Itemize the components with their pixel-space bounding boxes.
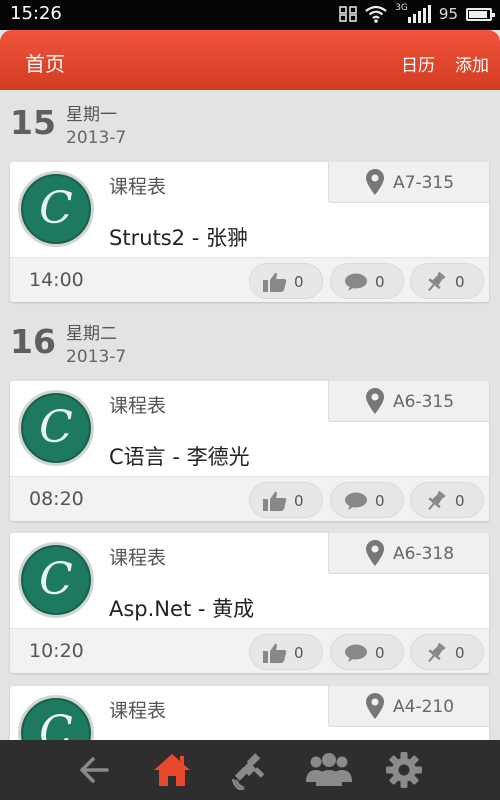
course-card[interactable]: C 课程表 A7-315 Struts2 - 张翀 14:00 0 0 0: [10, 162, 489, 302]
card-footer: 08:20 0 0 0: [10, 476, 489, 521]
wifi-icon: [365, 5, 387, 23]
course-avatar: C: [18, 171, 94, 247]
location-label: A6-318: [393, 544, 455, 564]
schedule-list[interactable]: 15 星期一 2013-7 C 课程表 A7-315 Struts2 - 张翀 …: [0, 90, 500, 740]
location-pin-icon: [366, 169, 384, 195]
location-pin-icon: [366, 388, 384, 414]
location-button[interactable]: A6-318: [328, 533, 489, 574]
nav-satellite[interactable]: [230, 750, 270, 793]
gear-icon: [386, 752, 422, 788]
location-button[interactable]: A6-315: [328, 381, 489, 422]
card-time: 10:20: [29, 640, 84, 662]
card-category: 课程表: [109, 176, 167, 198]
pin-count: 0: [455, 644, 465, 662]
date-weekday: 星期二: [66, 324, 117, 344]
pin-icon: [428, 272, 446, 292]
comment-icon: [345, 492, 367, 510]
comment-count: 0: [375, 273, 385, 291]
like-count: 0: [294, 644, 304, 662]
card-title: Asp.Net - 黄成: [109, 597, 255, 621]
date-day: 16: [10, 322, 56, 361]
card-category: 课程表: [109, 395, 167, 417]
like-count: 0: [294, 492, 304, 510]
comment-count: 0: [375, 492, 385, 510]
screenshot-icon: [339, 6, 358, 22]
group-icon: [306, 753, 352, 786]
course-card[interactable]: C 课程表 A6-318 Asp.Net - 黄成 10:20 0 0 0: [10, 533, 489, 673]
location-pin-icon: [366, 693, 384, 719]
satellite-icon: [231, 753, 265, 793]
location-label: A6-315: [393, 392, 455, 412]
location-label: A7-315: [393, 173, 455, 193]
comment-button[interactable]: 0: [330, 263, 404, 299]
date-month: 2013-7: [66, 347, 127, 367]
course-avatar: C: [18, 542, 94, 618]
card-time: 08:20: [29, 488, 84, 510]
course-avatar: C: [18, 695, 94, 740]
like-count: 0: [294, 273, 304, 291]
card-footer: 10:20 0 0 0: [10, 628, 489, 673]
location-button[interactable]: A7-315: [328, 162, 489, 203]
calendar-button[interactable]: 日历: [401, 51, 435, 76]
thumbs-up-icon: [263, 491, 287, 511]
add-button[interactable]: 添加: [455, 51, 489, 76]
course-card[interactable]: C 课程表 A4-210: [10, 686, 489, 740]
card-footer: 14:00 0 0 0: [10, 257, 489, 302]
course-avatar: C: [18, 390, 94, 466]
pin-button[interactable]: 0: [410, 263, 484, 299]
signal-icon: [407, 5, 431, 23]
pin-button[interactable]: 0: [410, 634, 484, 670]
location-pin-icon: [366, 540, 384, 566]
card-time: 14:00: [29, 269, 84, 291]
bottom-nav: [0, 740, 500, 800]
like-button[interactable]: 0: [249, 482, 323, 518]
like-button[interactable]: 0: [249, 634, 323, 670]
pin-count: 0: [455, 273, 465, 291]
nav-home[interactable]: [152, 750, 192, 790]
comment-count: 0: [375, 644, 385, 662]
nav-settings[interactable]: [384, 750, 424, 790]
card-title: Struts2 - 张翀: [109, 226, 248, 250]
nav-group[interactable]: [305, 750, 352, 790]
page-title: 首页: [25, 52, 65, 76]
date-weekday: 星期一: [66, 105, 117, 125]
network-label: 3G: [395, 3, 408, 13]
comment-icon: [345, 273, 367, 291]
pin-icon: [428, 643, 446, 663]
title-bar: 首页 日历 添加: [0, 30, 500, 90]
card-title: C语言 - 李德光: [109, 445, 250, 469]
battery-icon: [466, 7, 495, 21]
pin-icon: [428, 491, 446, 511]
status-icons: 3G 95: [339, 3, 495, 23]
battery-level: 95: [438, 5, 458, 23]
status-time: 15:26: [10, 3, 62, 24]
pin-count: 0: [455, 492, 465, 510]
comment-button[interactable]: 0: [330, 634, 404, 670]
thumbs-up-icon: [263, 272, 287, 292]
back-arrow-icon: [80, 757, 109, 783]
card-category: 课程表: [109, 700, 167, 722]
course-card[interactable]: C 课程表 A6-315 C语言 - 李德光 08:20 0 0 0: [10, 381, 489, 521]
card-category: 课程表: [109, 547, 167, 569]
location-label: A4-210: [393, 697, 455, 717]
location-button[interactable]: A4-210: [328, 686, 489, 727]
status-bar: 15:26 3G 95: [0, 0, 500, 30]
comment-icon: [345, 644, 367, 662]
back-button[interactable]: [75, 750, 115, 790]
pin-button[interactable]: 0: [410, 482, 484, 518]
home-icon: [154, 754, 190, 786]
date-day: 15: [10, 103, 56, 142]
like-button[interactable]: 0: [249, 263, 323, 299]
comment-button[interactable]: 0: [330, 482, 404, 518]
date-month: 2013-7: [66, 128, 127, 148]
thumbs-up-icon: [263, 643, 287, 663]
